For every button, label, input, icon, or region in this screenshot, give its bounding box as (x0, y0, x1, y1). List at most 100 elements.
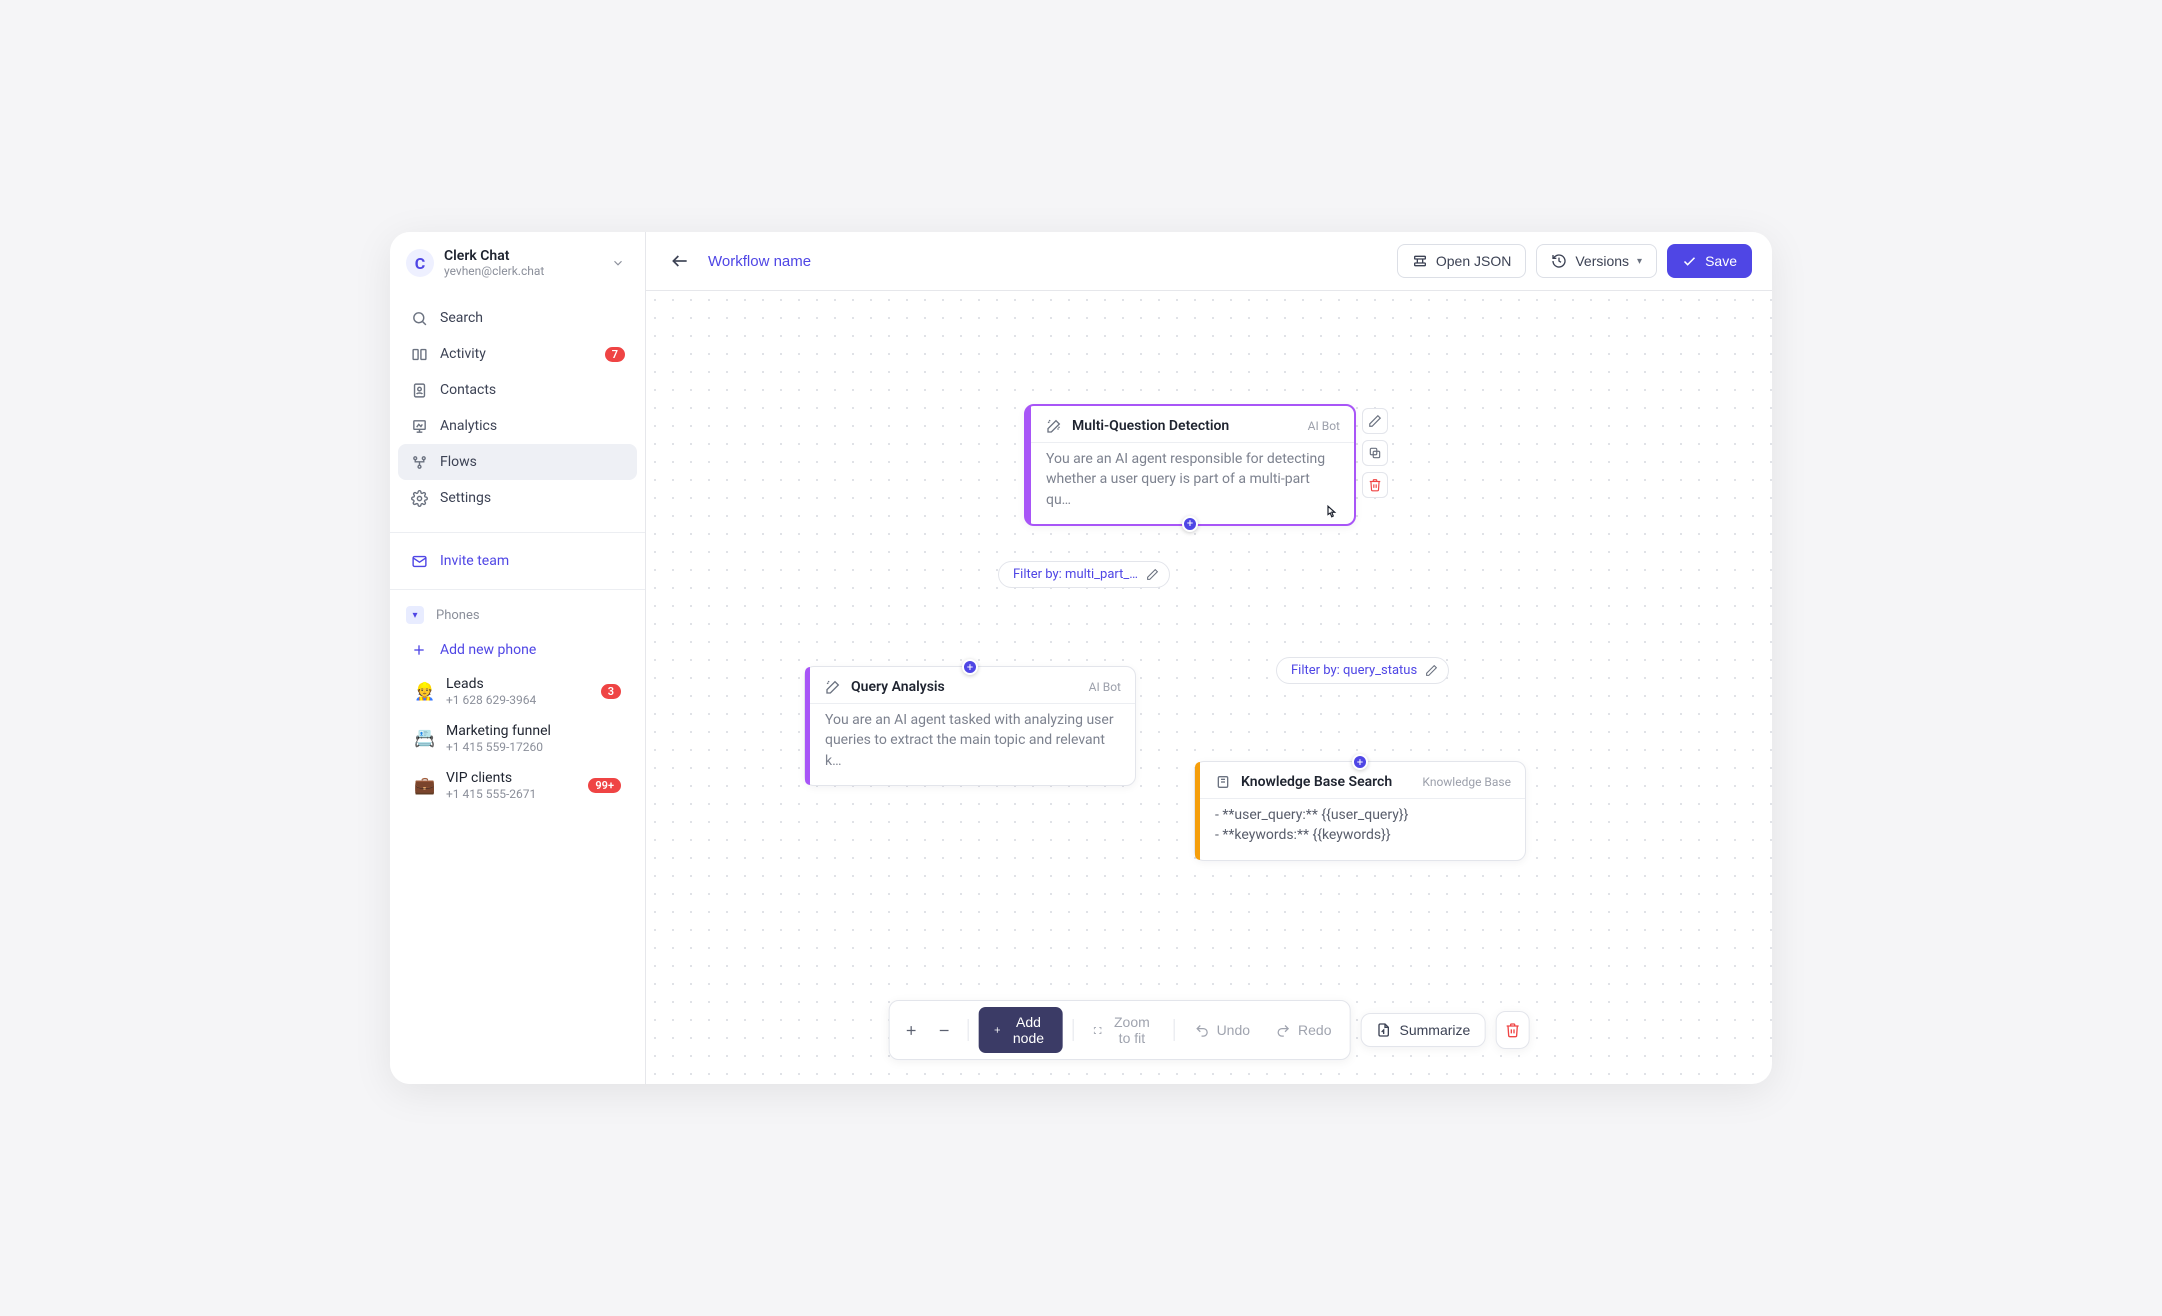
phone-name: VIP clients (446, 770, 576, 786)
check-icon (1682, 254, 1697, 269)
node-accent (1026, 406, 1031, 524)
zoom-to-fit-button[interactable]: Zoom to fit (1083, 1008, 1164, 1052)
main-area: Open JSON Versions ▾ Save (646, 232, 1772, 1084)
phone-meta: Leads +1 628 629-3964 (446, 676, 589, 707)
phones-list: Add new phone 👷 Leads +1 628 629-3964 3 … (390, 632, 645, 819)
workspace-info: Clerk Chat yevhen@clerk.chat (444, 248, 597, 278)
sidebar-item-activity[interactable]: Activity 7 (398, 336, 637, 372)
node-multi-question-detection[interactable]: Multi-Question Detection AI Bot You are … (1024, 404, 1356, 526)
chevron-down-icon[interactable] (607, 252, 629, 274)
zoom-in-button[interactable] (898, 1016, 925, 1044)
phones-section-header[interactable]: ▾ Phones (390, 596, 645, 632)
sidebar-item-settings[interactable]: Settings (398, 480, 637, 516)
node-toolbar (1362, 408, 1388, 498)
open-json-button[interactable]: Open JSON (1397, 244, 1526, 278)
versions-button[interactable]: Versions ▾ (1536, 244, 1657, 278)
phone-item-marketing[interactable]: 📇 Marketing funnel +1 415 559-17260 (398, 715, 637, 762)
topbar-actions: Open JSON Versions ▾ Save (1397, 244, 1752, 278)
redo-label: Redo (1298, 1022, 1331, 1038)
node-body: You are an AI agent tasked with analyzin… (805, 703, 1135, 785)
node-body: You are an AI agent responsible for dete… (1026, 442, 1354, 524)
contacts-icon (410, 381, 428, 399)
workspace-switcher[interactable]: C Clerk Chat yevhen@clerk.chat (390, 232, 645, 290)
filter-label: Filter by: query_status (1291, 663, 1417, 678)
node-knowledge-base-search[interactable]: Knowledge Base Search Knowledge Base - *… (1194, 761, 1526, 861)
edit-icon[interactable] (1425, 664, 1438, 677)
sidebar-item-label: Flows (440, 454, 477, 470)
sidebar-item-contacts[interactable]: Contacts (398, 372, 637, 408)
sidebar-item-label: Search (440, 310, 483, 326)
sidebar-item-label: Contacts (440, 382, 496, 398)
workflow-name-input[interactable] (708, 253, 907, 270)
collapse-icon: ▾ (406, 606, 424, 624)
save-button[interactable]: Save (1667, 244, 1752, 278)
invite-team-button[interactable]: Invite team (398, 543, 637, 579)
divider (390, 589, 645, 590)
duplicate-node-button[interactable] (1362, 440, 1388, 466)
add-handle-top[interactable]: + (962, 659, 978, 675)
separator (1072, 1019, 1073, 1041)
connectors (646, 291, 946, 441)
phone-number: +1 415 555-2671 (446, 787, 576, 801)
phone-meta: VIP clients +1 415 555-2671 (446, 770, 576, 801)
summarize-button[interactable]: Summarize (1361, 1013, 1486, 1047)
sidebar-item-label: Analytics (440, 418, 497, 434)
delete-node-button[interactable] (1362, 472, 1388, 498)
nav-primary: Search Activity 7 Contacts Analytics Flo… (390, 290, 645, 526)
edit-icon[interactable] (1146, 568, 1159, 581)
add-handle-top[interactable]: + (1352, 754, 1368, 770)
analytics-icon (410, 417, 428, 435)
undo-button[interactable]: Undo (1185, 1016, 1260, 1044)
search-icon (410, 309, 428, 327)
toolbar-delete-button[interactable] (1495, 1011, 1529, 1049)
add-handle-bottom[interactable]: + (1182, 516, 1198, 532)
redo-button[interactable]: Redo (1266, 1016, 1341, 1044)
toolbar-group-main: Add node Zoom to fit Undo Redo (889, 1000, 1351, 1060)
node-accent (805, 667, 810, 785)
wand-icon (1046, 418, 1062, 434)
gear-icon (410, 489, 428, 507)
save-label: Save (1705, 253, 1737, 269)
app-window: C Clerk Chat yevhen@clerk.chat Search Ac… (390, 232, 1772, 1084)
sidebar-item-flows[interactable]: Flows (398, 444, 637, 480)
node-title: Query Analysis (851, 679, 1079, 695)
divider (390, 532, 645, 533)
filter-chip-multi-part[interactable]: Filter by: multi_part_… (998, 561, 1170, 588)
zoom-out-button[interactable] (931, 1016, 958, 1044)
flow-canvas[interactable]: Multi-Question Detection AI Bot You are … (646, 291, 1772, 1084)
zoom-to-fit-label: Zoom to fit (1110, 1014, 1154, 1046)
add-phone-button[interactable]: Add new phone (398, 632, 637, 668)
node-accent (1195, 762, 1200, 860)
sidebar-item-analytics[interactable]: Analytics (398, 408, 637, 444)
plus-icon (410, 641, 428, 659)
json-icon (1412, 253, 1428, 269)
phone-emoji: 💼 (414, 776, 434, 796)
filter-chip-query-status[interactable]: Filter by: query_status (1276, 657, 1449, 684)
phone-item-leads[interactable]: 👷 Leads +1 628 629-3964 3 (398, 668, 637, 715)
phone-emoji: 👷 (414, 682, 434, 702)
versions-label: Versions (1575, 253, 1629, 269)
sidebar-item-label: Invite team (440, 553, 509, 569)
node-query-analysis[interactable]: Query Analysis AI Bot You are an AI agen… (804, 666, 1136, 786)
node-header: Multi-Question Detection AI Bot (1026, 406, 1354, 442)
open-json-label: Open JSON (1436, 253, 1511, 269)
phone-item-vip[interactable]: 💼 VIP clients +1 415 555-2671 99+ (398, 762, 637, 809)
sidebar-item-search[interactable]: Search (398, 300, 637, 336)
canvas-toolbar: Add node Zoom to fit Undo Redo (889, 1000, 1530, 1060)
back-button[interactable] (666, 247, 694, 275)
filter-label: Filter by: multi_part_… (1013, 567, 1138, 582)
separator (1174, 1019, 1175, 1041)
phone-number: +1 628 629-3964 (446, 693, 589, 707)
activity-badge: 7 (605, 347, 625, 362)
flows-icon (410, 453, 428, 471)
wand-icon (825, 679, 841, 695)
add-node-button[interactable]: Add node (978, 1007, 1062, 1053)
edit-node-button[interactable] (1362, 408, 1388, 434)
node-title: Knowledge Base Search (1241, 774, 1412, 790)
node-tag: AI Bot (1089, 680, 1121, 694)
phone-meta: Marketing funnel +1 415 559-17260 (446, 723, 621, 754)
nav-invite: Invite team (390, 539, 645, 583)
phone-emoji: 📇 (414, 729, 434, 749)
undo-label: Undo (1217, 1022, 1250, 1038)
workspace-name: Clerk Chat (444, 248, 597, 264)
